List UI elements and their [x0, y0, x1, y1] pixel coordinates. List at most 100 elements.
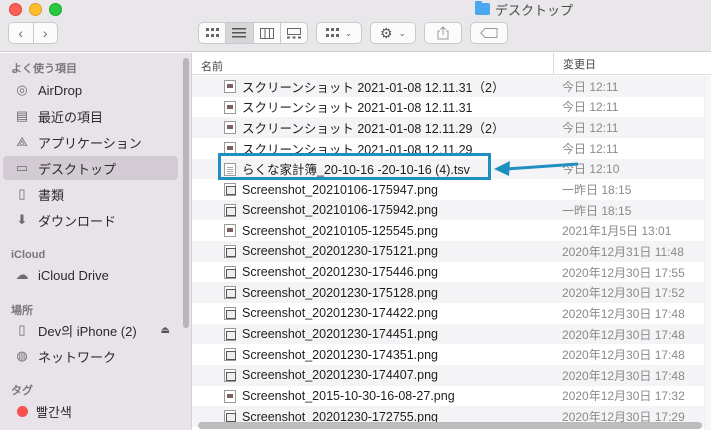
file-row[interactable]: Screenshot_20201230-175121.png 2020年12月31…: [192, 241, 704, 262]
sidebar-item-recents[interactable]: ▤ 最近の項目: [14, 104, 178, 128]
sidebar: よく使う項目 ◎ AirDrop ▤ 最近の項目 ⟁ アプリケーション ▭ デス…: [0, 53, 191, 430]
file-name: Screenshot_20210106-175942.png: [242, 203, 439, 218]
columns-icon: [259, 27, 274, 39]
folder-icon: [475, 1, 490, 15]
file-name: Screenshot_20201230-174407.png: [242, 368, 439, 383]
sidebar-item-icloud-drive[interactable]: ☁ iCloud Drive: [14, 263, 178, 287]
image-file-icon: [224, 183, 236, 197]
share-icon: [437, 26, 449, 40]
file-modified-date: 2020年12月30日 17:55: [562, 265, 685, 280]
column-header: 名前 変更日: [192, 53, 711, 75]
file-name: Screenshot_20201230-174451.png: [242, 327, 439, 341]
file-row[interactable]: Screenshot_20210106-175942.png 一昨日 18:15: [192, 199, 704, 221]
image-file-icon: [224, 348, 236, 362]
sidebar-section-tags: タグ: [11, 385, 33, 397]
image-file-icon: [224, 327, 236, 341]
file-name: スクリーンショット 2021-01-08 12.11.29（2）: [242, 122, 505, 137]
file-name: Screenshot_20201230-175128.png: [242, 285, 439, 300]
sidebar-item-label: ネットワーク: [38, 349, 117, 365]
file-row[interactable]: Screenshot_20201230-174451.png 2020年12月30…: [192, 323, 704, 345]
sidebar-item-applications[interactable]: ⟁ アプリケーション: [14, 130, 178, 154]
forward-button[interactable]: ›: [32, 23, 58, 43]
file-modified-date: 2020年12月30日 17:48: [562, 327, 685, 342]
file-row[interactable]: Screenshot_20201230-175128.png 2020年12月30…: [192, 282, 704, 304]
file-name: スクリーンショット 2021-01-08 12.11.31（2）: [242, 80, 505, 95]
vertical-scroll-track[interactable]: [704, 76, 711, 430]
gallery-view-button[interactable]: [279, 23, 307, 43]
file-modified-date: 2020年12月30日 17:48: [562, 348, 685, 363]
sidebar-item-tag-red[interactable]: 빨간색: [14, 399, 178, 423]
file-row[interactable]: Screenshot_20201230-174351.png 2020年12月30…: [192, 344, 704, 365]
column-name-header[interactable]: 名前: [201, 58, 223, 74]
image-file-icon: [224, 203, 236, 217]
sidebar-item-label: Dev의 iPhone (2): [38, 323, 137, 339]
image-file-icon: [224, 121, 236, 135]
annotation-arrow-icon: [494, 161, 579, 176]
image-file-icon: [224, 100, 236, 114]
file-modified-date: 一昨日 18:15: [562, 203, 632, 218]
applications-icon: ⟁: [16, 134, 28, 149]
close-window-button[interactable]: [9, 3, 22, 16]
eject-icon[interactable]: ⏏: [161, 325, 170, 336]
file-row[interactable]: スクリーンショット 2021-01-08 12.11.29（2） 今日 12:11: [192, 117, 704, 138]
sidebar-scrollbar[interactable]: [183, 58, 189, 328]
navigation-buttons: ‹ ›: [8, 22, 58, 44]
file-row[interactable]: Screenshot_2015-10-30-16-08-27.png 2020年1…: [192, 386, 704, 407]
sidebar-item-documents[interactable]: ▯ 書類: [14, 182, 178, 206]
tags-button[interactable]: [470, 22, 508, 44]
file-name: Screenshot_20210105-125545.png: [242, 223, 439, 238]
image-file-icon: [224, 80, 236, 93]
horizontal-scrollbar[interactable]: [198, 422, 702, 429]
sidebar-item-airdrop[interactable]: ◎ AirDrop: [14, 78, 178, 102]
file-modified-date: 2020年12月30日 17:48: [562, 306, 685, 321]
file-modified-date: 今日 12:11: [562, 79, 619, 94]
icon-view-button[interactable]: [199, 23, 225, 43]
desktop-icon: ▭: [15, 160, 29, 175]
chevron-down-icon: ⌄: [344, 27, 353, 38]
file-row[interactable]: Screenshot_20201230-175446.png 2020年12月30…: [192, 262, 704, 283]
file-modified-date: 一昨日 18:15: [562, 183, 632, 198]
file-name: Screenshot_20201230-174351.png: [242, 347, 439, 362]
file-row[interactable]: スクリーンショット 2021-01-08 12.11.31（2） 今日 12:11: [192, 76, 704, 97]
sidebar-item-network[interactable]: ◍ ネットワーク: [14, 344, 178, 368]
share-button[interactable]: [424, 22, 462, 44]
sidebar-section-locations: 場所: [11, 305, 33, 317]
column-modified-header[interactable]: 変更日: [553, 53, 711, 75]
column-view-button[interactable]: [252, 23, 280, 43]
file-name: Screenshot_20201230-174422.png: [242, 306, 439, 321]
sidebar-item-iphone[interactable]: ▯ Dev의 iPhone (2) ⏏: [14, 318, 178, 342]
file-name: Screenshot_20210106-175947.png: [242, 182, 439, 197]
file-list-pane: 名前 変更日 スクリーンショット 2021-01-08 12.11.31（2） 今…: [191, 53, 711, 430]
cloud-icon: ☁: [15, 267, 29, 282]
sidebar-item-desktop[interactable]: ▭ デスクトップ: [3, 156, 178, 180]
view-mode-group: [198, 22, 308, 44]
minimize-window-button[interactable]: [29, 3, 42, 16]
sidebar-item-label: 빨간색: [36, 404, 72, 420]
chevron-right-icon: ›: [42, 25, 48, 41]
sidebar-item-label: 書類: [38, 187, 65, 203]
file-modified-date: 2021年1月5日 13:01: [562, 224, 672, 239]
file-row[interactable]: Screenshot_20210105-125545.png 2021年1月5日 …: [192, 220, 704, 241]
file-modified-date: 2020年12月31日 11:48: [562, 244, 684, 259]
group-by-button[interactable]: ⌄: [316, 22, 362, 44]
window-title-text: デスクトップ: [495, 2, 574, 18]
file-row[interactable]: Screenshot_20201230-174422.png 2020年12月30…: [192, 303, 704, 324]
file-name: Screenshot_2015-10-30-16-08-27.png: [242, 388, 455, 403]
zoom-window-button[interactable]: [49, 3, 62, 16]
file-row[interactable]: Screenshot_20201230-174407.png 2020年12月30…: [192, 364, 704, 386]
title-bar: デスクトップ ‹ › ⌄ ⚙ ⌄: [0, 0, 711, 52]
file-rows: スクリーンショット 2021-01-08 12.11.31（2） 今日 12:11…: [192, 76, 704, 430]
file-row[interactable]: スクリーンショット 2021-01-08 12.11.31 今日 12:11: [192, 97, 704, 118]
image-file-icon: [224, 224, 236, 238]
image-file-icon: [224, 245, 236, 259]
file-modified-date: 2020年12月30日 17:48: [562, 368, 685, 383]
action-menu-button[interactable]: ⚙ ⌄: [370, 22, 416, 44]
sidebar-item-downloads[interactable]: ⬇ ダウンロード: [14, 208, 178, 232]
chevron-down-icon: ⌄: [398, 27, 407, 38]
icon-grid-icon: [205, 28, 219, 37]
back-button[interactable]: ‹: [9, 23, 33, 43]
file-name: Screenshot_20201230-175121.png: [242, 244, 439, 259]
list-view-button[interactable]: [225, 23, 253, 43]
file-modified-date: 今日 12:11: [562, 100, 619, 115]
file-row[interactable]: Screenshot_20210106-175947.png 一昨日 18:15: [192, 179, 704, 200]
